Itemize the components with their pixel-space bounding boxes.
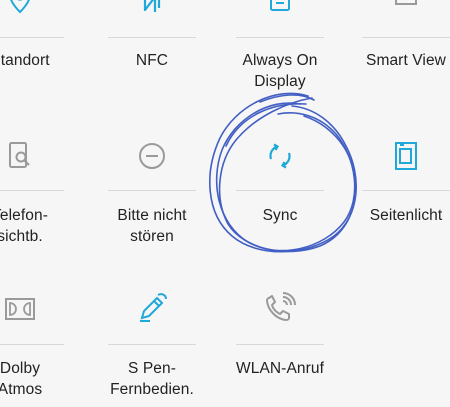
smart-view-icon <box>350 0 450 14</box>
tile-sync[interactable]: Sync <box>224 128 336 248</box>
tile-label-s-pen-fernbedienung: S Pen- Fernbedien. <box>110 360 194 398</box>
tile-label-dolby-atmos: Dolby Atmos <box>0 360 43 398</box>
tile-nfc[interactable]: NFC <box>96 0 208 120</box>
tile-separator <box>108 37 196 38</box>
tile-wlan-anruf[interactable]: WLAN-Anruf <box>224 278 336 398</box>
tile-label-always-on-display: Always On Display <box>242 52 318 90</box>
tile-s-pen-fernbedienung[interactable]: S Pen- Fernbedien. <box>96 278 208 398</box>
tile-separator <box>236 190 324 191</box>
tile-seitenlicht[interactable]: Seitenlicht <box>350 128 450 248</box>
tile-separator <box>236 344 324 345</box>
tile-label-standort: Standort <box>0 52 50 69</box>
tile-label-bitte-nicht-stoeren: Bitte nicht stören <box>117 207 187 245</box>
tile-standort[interactable]: Standort <box>0 0 76 120</box>
s-pen-icon <box>96 292 208 324</box>
tile-label-nfc: NFC <box>135 52 169 69</box>
wifi-calling-icon <box>224 292 336 324</box>
quick-settings-panel: Standort NFC Always On Display <box>0 0 450 407</box>
tile-separator <box>0 190 64 191</box>
tile-separator <box>108 190 196 191</box>
tile-separator <box>362 37 450 38</box>
location-pin-icon <box>0 0 76 14</box>
edge-lighting-icon <box>350 141 450 171</box>
tile-always-on-display[interactable]: Always On Display <box>224 0 336 120</box>
nfc-icon <box>96 0 208 16</box>
tile-label-smart-view: Smart View <box>366 52 446 69</box>
tile-separator <box>0 37 64 38</box>
do-not-disturb-icon <box>96 142 208 170</box>
tile-separator <box>362 190 450 191</box>
tile-label-telefon-sichtbarkeit: Telefon- sichtb. <box>0 207 48 245</box>
tile-smart-view[interactable]: Smart View <box>350 0 450 120</box>
tile-label-wlan-anruf: WLAN-Anruf <box>236 360 324 377</box>
tile-label-sync: Sync <box>262 207 298 224</box>
tile-separator <box>236 37 324 38</box>
always-on-display-icon <box>224 0 336 14</box>
dolby-atmos-icon <box>0 295 76 323</box>
tile-separator <box>0 344 64 345</box>
tile-label-seitenlicht: Seitenlicht <box>369 207 443 224</box>
tile-telefon-sichtbarkeit[interactable]: Telefon- sichtb. <box>0 128 76 248</box>
tile-separator <box>108 344 196 345</box>
tile-dolby-atmos[interactable]: Dolby Atmos <box>0 278 76 398</box>
sync-icon <box>224 142 336 170</box>
phone-visibility-icon <box>0 141 76 171</box>
tile-bitte-nicht-stoeren[interactable]: Bitte nicht stören <box>96 128 208 248</box>
